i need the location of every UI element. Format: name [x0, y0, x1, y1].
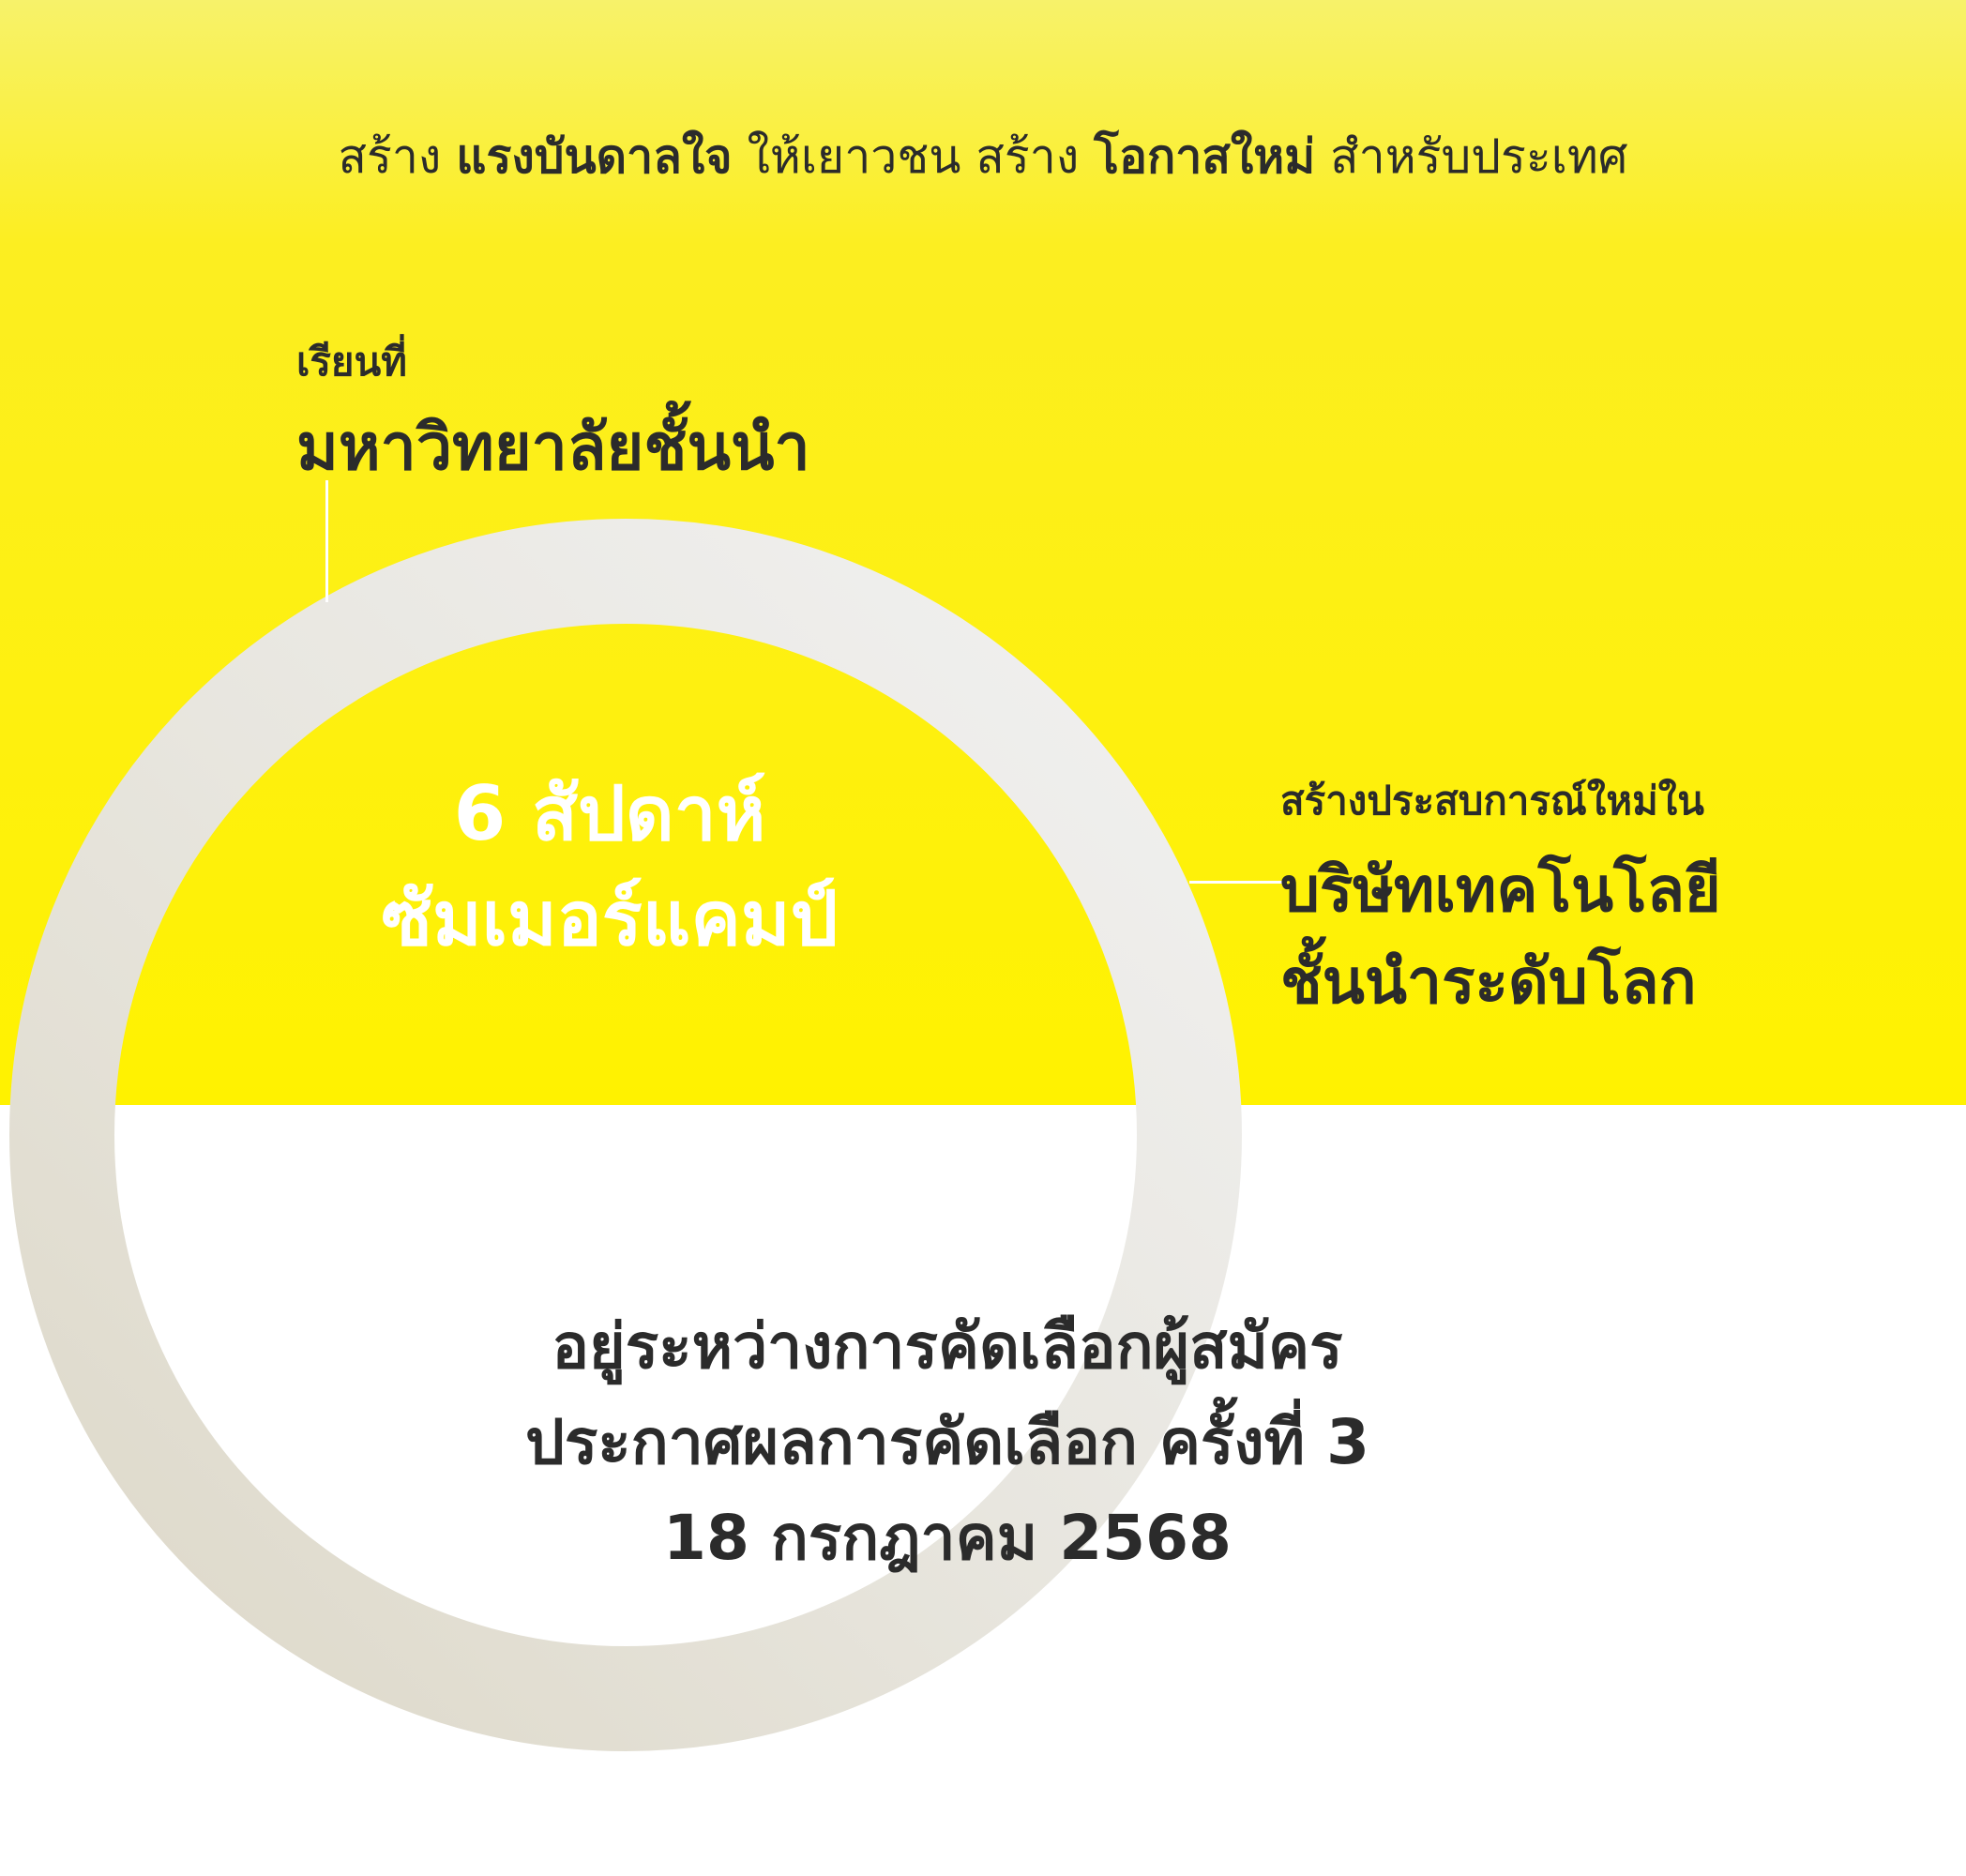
connector-line-university: [325, 480, 328, 602]
summer-camp-label: ซัมเมอร์แคมป์: [381, 875, 839, 962]
summer-camp-weeks: 6 สัปดาห์: [453, 770, 766, 857]
tech-label-line-2: ชั้นนำระดับโลก: [1280, 946, 1697, 1018]
summer-camp-title: 6 สัปดาห์ ซัมเมอร์แคมป์: [281, 762, 938, 972]
selection-status: อยู่ระหว่างการคัดเลือกผู้สมัคร ประกาศผลก…: [338, 1299, 1557, 1586]
university-label-big: มหาวิทยาลัยชั้นนำ: [296, 411, 810, 485]
status-line-date: 18 กรกฎาคม 2568: [663, 1502, 1232, 1574]
connector-line-tech: [1189, 881, 1283, 884]
university-label-small: เรียนที่: [296, 339, 407, 385]
status-line-announcement: ประกาศผลการคัดเลือก ครั้งที่ 3: [524, 1406, 1370, 1478]
status-line-selecting: อยู่ระหว่างการคัดเลือกผู้สมัคร: [552, 1310, 1343, 1383]
tech-label-small: สร้างประสบการณ์ใหม่ใน: [1280, 778, 1704, 824]
tech-label-big: บริษัทเทคโนโลยี ชั้นนำระดับโลก: [1280, 844, 1721, 1028]
tech-label-line-1: บริษัทเทคโนโลยี: [1280, 854, 1721, 926]
